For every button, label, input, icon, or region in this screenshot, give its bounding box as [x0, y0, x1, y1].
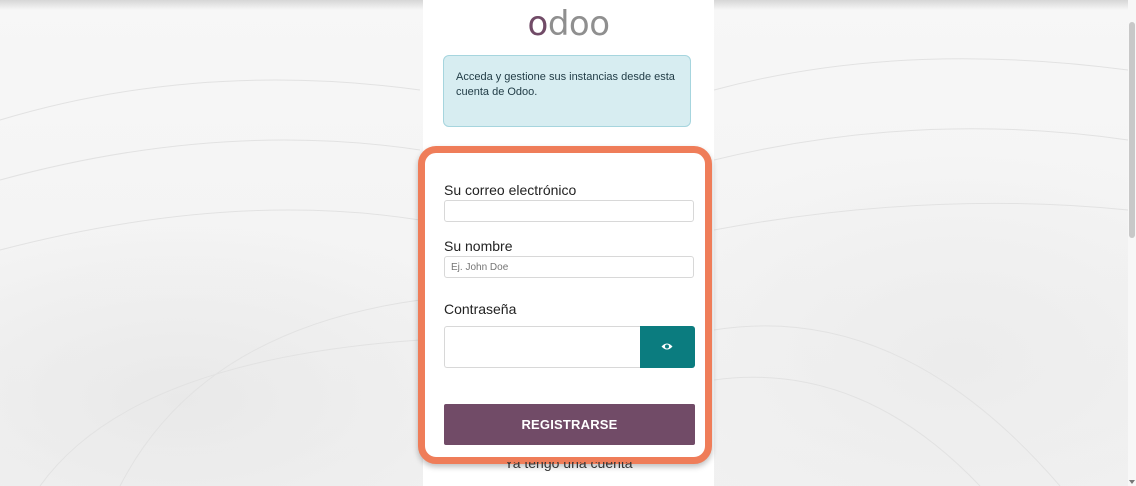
name-label: Su nombre	[444, 238, 513, 254]
scrollbar-thumb[interactable]	[1129, 22, 1135, 238]
info-message: Acceda y gestione sus instancias desde e…	[456, 71, 675, 98]
odoo-logo[interactable]: odoo	[423, 4, 714, 44]
signup-card: odoo Acceda y gestione sus instancias de…	[418, 0, 714, 486]
email-field[interactable]	[444, 200, 694, 222]
scroll-down-arrow-icon[interactable]	[1129, 480, 1135, 484]
password-label: Contraseña	[444, 301, 517, 317]
eye-icon	[661, 343, 673, 350]
name-field[interactable]	[444, 256, 694, 278]
show-password-button[interactable]	[640, 326, 695, 368]
signup-form: Su correo electrónico Su nombre Contrase…	[418, 146, 712, 464]
page-scrollbar[interactable]	[1128, 0, 1136, 486]
email-label: Su correo electrónico	[444, 182, 577, 198]
register-button[interactable]: REGISTRARSE	[444, 404, 695, 445]
info-alert: Acceda y gestione sus instancias desde e…	[443, 55, 691, 127]
password-field[interactable]	[444, 326, 642, 368]
